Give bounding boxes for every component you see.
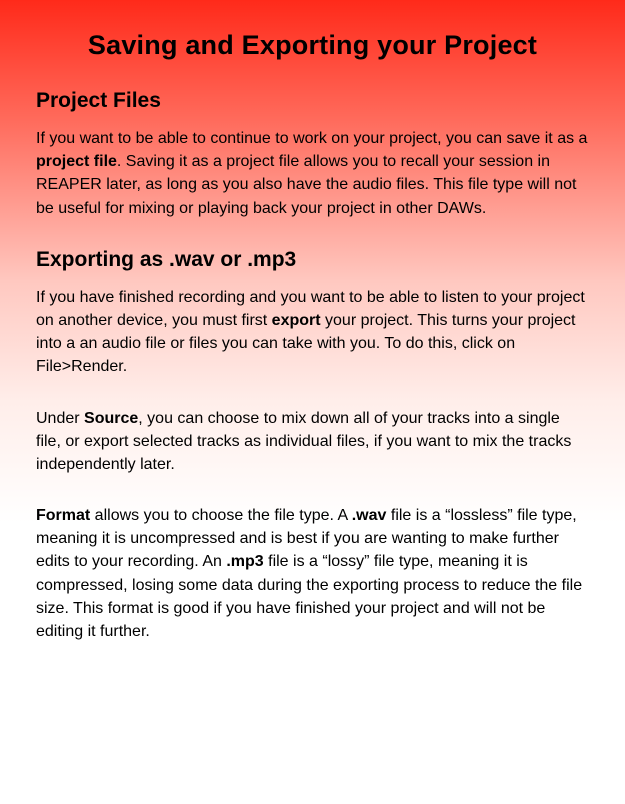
paragraph-exporting-intro: If you have finished recording and you w…	[36, 286, 589, 379]
bold-export: export	[272, 312, 321, 329]
bold-format: Format	[36, 507, 90, 524]
text: If you want to be able to continue to wo…	[36, 130, 587, 147]
bold-project-file: project file	[36, 153, 117, 170]
text: allows you to choose the file type. A	[90, 507, 352, 524]
paragraph-format: Format allows you to choose the file typ…	[36, 504, 589, 643]
section-heading-exporting: Exporting as .wav or .mp3	[36, 248, 589, 272]
text: Under	[36, 410, 84, 427]
paragraph-project-files: If you want to be able to continue to wo…	[36, 127, 589, 220]
section-heading-project-files: Project Files	[36, 89, 589, 113]
paragraph-source: Under Source, you can choose to mix down…	[36, 407, 589, 477]
bold-source: Source	[84, 410, 138, 427]
page-title: Saving and Exporting your Project	[36, 30, 589, 61]
bold-wav: .wav	[352, 507, 387, 524]
text: . Saving it as a project file allows you…	[36, 153, 576, 216]
bold-mp3: .mp3	[226, 553, 263, 570]
